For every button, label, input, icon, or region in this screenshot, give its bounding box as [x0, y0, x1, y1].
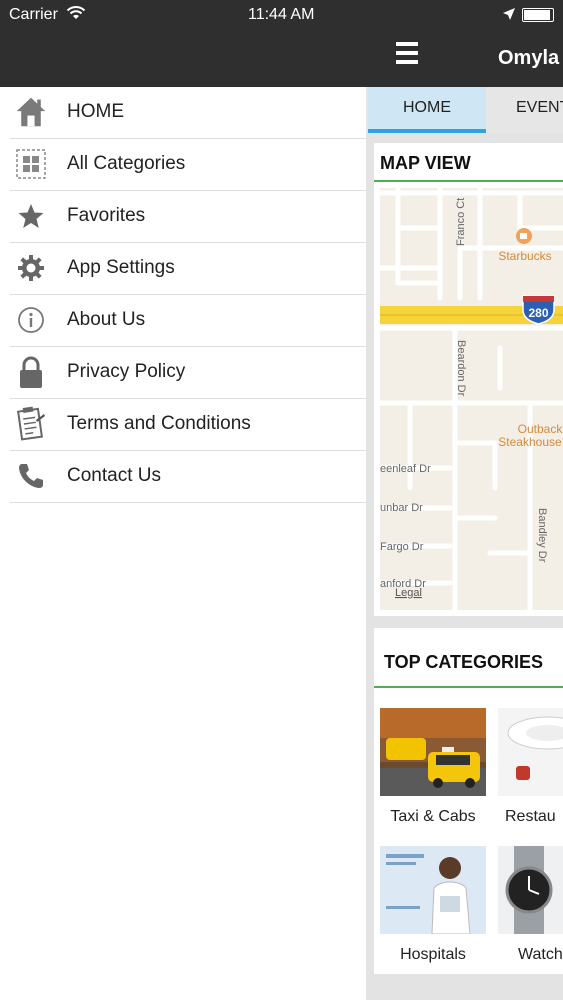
- category-label: Hospitals: [400, 946, 466, 963]
- menu-item-label: Favorites: [67, 205, 146, 226]
- menu-item-all-categories[interactable]: All Categories: [10, 139, 366, 191]
- home-icon: [15, 95, 47, 129]
- highway-label: 280: [528, 306, 548, 320]
- battery-icon: [522, 8, 554, 22]
- poi-outback-line1: Outback: [518, 422, 563, 436]
- location-arrow-icon: [503, 8, 515, 20]
- wifi-icon: [66, 6, 86, 19]
- category-tile-watches[interactable]: Watch: [498, 846, 563, 964]
- map-view[interactable]: 280 Starbucks Outback Steakhouse Franco …: [380, 188, 563, 610]
- main-panel: Omyla HOME EVENT MAP VIEW: [366, 0, 563, 1000]
- category-image-hospitals: [380, 846, 486, 934]
- drawer-menu: HOME All Categories Favorites App Settin…: [10, 87, 366, 503]
- tab-bar: HOME EVENT: [366, 87, 563, 133]
- app-title: Omyla: [498, 47, 560, 69]
- category-tile-hospitals[interactable]: Hospitals: [380, 846, 486, 964]
- info-icon: [15, 303, 47, 337]
- status-bar: Carrier 11:44 AM: [0, 0, 366, 87]
- grid-icon: [15, 147, 47, 181]
- menu-item-label: Terms and Conditions: [67, 413, 251, 434]
- street-beardon: Beardon Dr: [455, 340, 467, 397]
- menu-item-label: Privacy Policy: [67, 361, 186, 382]
- gear-icon: [15, 251, 47, 285]
- menu-item-favorites[interactable]: Favorites: [10, 191, 366, 243]
- poi-starbucks: Starbucks: [498, 249, 551, 263]
- lock-icon: [15, 355, 47, 389]
- street-dunbar: unbar Dr: [380, 502, 423, 514]
- map-view-title: MAP VIEW: [380, 153, 471, 173]
- side-drawer: Carrier 11:44 AM HOME All Categories Fav…: [0, 0, 366, 1000]
- section-divider: [374, 180, 563, 182]
- poi-outback-line2: Steakhouse: [498, 435, 562, 449]
- category-image-taxi: [380, 708, 486, 796]
- category-label: Taxi & Cabs: [390, 808, 476, 825]
- menu-item-label: HOME: [67, 101, 124, 122]
- category-image-restaurants: [498, 708, 563, 796]
- menu-item-terms-and-conditions[interactable]: Terms and Conditions: [10, 399, 366, 451]
- category-label: Restau: [505, 808, 556, 825]
- menu-item-app-settings[interactable]: App Settings: [10, 243, 366, 295]
- street-bandley: Bandley Dr: [536, 508, 548, 563]
- phone-icon: [15, 459, 47, 493]
- menu-item-home[interactable]: HOME: [10, 87, 366, 139]
- nav-bar: Omyla: [366, 0, 563, 87]
- map-graphic: 280 Starbucks Outback Steakhouse Franco …: [380, 188, 563, 610]
- tab-home[interactable]: HOME: [368, 87, 486, 133]
- street-greenleaf: eenleaf Dr: [380, 463, 431, 475]
- carrier-label: Carrier: [9, 6, 58, 23]
- star-icon: [15, 199, 47, 233]
- category-image-watches: [498, 846, 563, 934]
- category-label: Watch: [518, 946, 563, 963]
- menu-item-about-us[interactable]: About Us: [10, 295, 366, 347]
- top-categories-card: TOP CATEGORIES Taxi & Cabs Restau Hospit…: [374, 628, 563, 974]
- street-fargo: Fargo Dr: [380, 541, 424, 553]
- menu-item-privacy-policy[interactable]: Privacy Policy: [10, 347, 366, 399]
- top-categories-title: TOP CATEGORIES: [384, 652, 544, 672]
- menu-item-label: Contact Us: [67, 465, 161, 486]
- map-legal-link[interactable]: Legal: [395, 587, 422, 599]
- hamburger-menu-icon[interactable]: [396, 42, 418, 69]
- tab-events[interactable]: EVENT: [490, 87, 563, 129]
- map-card: MAP VIEW 280 Starbucks Outback Steakhous…: [374, 143, 563, 616]
- street-franco: Franco Ct: [455, 198, 467, 246]
- status-time: 11:44 AM: [248, 6, 315, 23]
- clipboard-icon: [15, 406, 47, 441]
- category-tile-restaurants[interactable]: Restau: [498, 708, 563, 826]
- section-divider: [374, 686, 563, 688]
- menu-item-label: App Settings: [67, 257, 175, 278]
- category-tile-taxi[interactable]: Taxi & Cabs: [380, 708, 486, 826]
- menu-item-contact-us[interactable]: Contact Us: [10, 451, 366, 503]
- menu-item-label: All Categories: [67, 153, 186, 174]
- menu-item-label: About Us: [67, 309, 146, 330]
